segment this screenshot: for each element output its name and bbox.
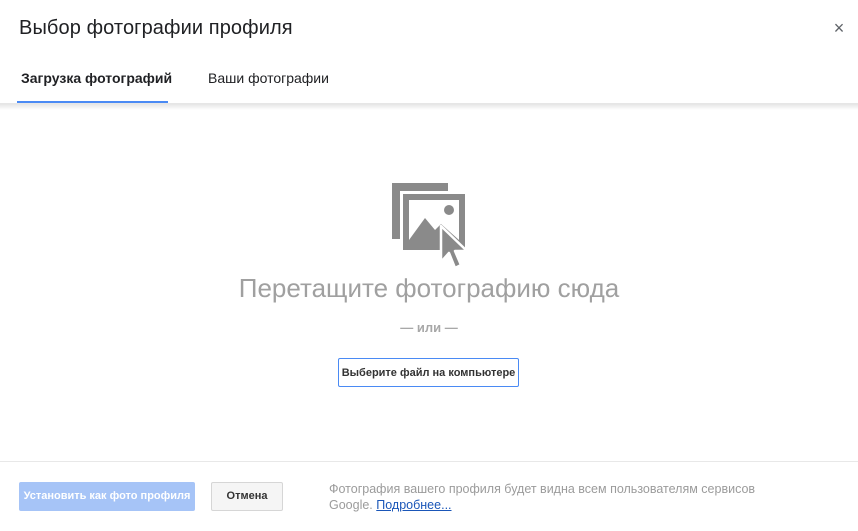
visibility-note: Фотография вашего профиля будет видна вс… [329, 481, 799, 513]
footer-divider [0, 461, 858, 462]
close-icon[interactable]: × [829, 18, 849, 38]
or-separator: — или — [400, 320, 458, 335]
choose-file-button[interactable]: Выберите файл на компьютере [338, 358, 519, 387]
cancel-button[interactable]: Отмена [211, 482, 283, 511]
drop-photo-text: Перетащите фотографию сюда [238, 273, 620, 303]
set-profile-photo-button[interactable]: Установить как фото профиля [19, 482, 195, 511]
profile-photo-dialog: Выбор фотографии профиля × Загрузка фото… [0, 0, 858, 531]
tab-your-photos[interactable]: Ваши фотографии [208, 70, 329, 86]
tab-bar-shadow [0, 104, 858, 110]
learn-more-link[interactable]: Подробнее... [376, 498, 451, 512]
dialog-title: Выбор фотографии профиля [19, 17, 293, 39]
tab-bar: Загрузка фотографий Ваши фотографии [0, 60, 858, 104]
photo-drag-icon [392, 183, 469, 270]
tab-upload-photos[interactable]: Загрузка фотографий [21, 70, 172, 86]
